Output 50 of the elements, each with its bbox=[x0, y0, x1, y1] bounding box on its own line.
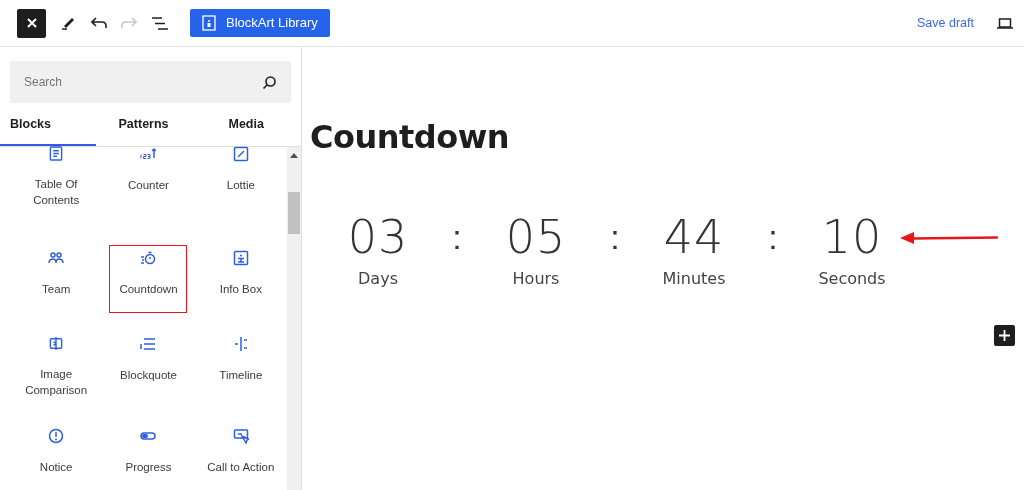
block-item[interactable]: Info Box bbox=[201, 245, 280, 313]
search-field[interactable]: Search bbox=[10, 61, 291, 103]
save-draft-link[interactable]: Save draft bbox=[917, 13, 974, 33]
scroll-up-icon[interactable] bbox=[290, 153, 298, 158]
countdown-unit: Minutes bbox=[662, 268, 726, 290]
exclamation-icon bbox=[48, 428, 65, 444]
search-input[interactable]: Search bbox=[24, 73, 262, 91]
countdown-value: 44 bbox=[663, 211, 725, 263]
square-slash-icon bbox=[232, 146, 249, 162]
page-heading: Countdown bbox=[310, 117, 511, 158]
block-item[interactable]: Countdown bbox=[109, 245, 188, 313]
countdown-value: 03 bbox=[347, 211, 409, 263]
block-item[interactable]: Call to Action bbox=[201, 423, 280, 490]
list-icon bbox=[140, 336, 157, 352]
block-item[interactable]: Timeline bbox=[201, 331, 280, 399]
countdown-value: 10 bbox=[821, 211, 883, 263]
block-item[interactable]: Notice bbox=[17, 423, 96, 490]
scrollbar-thumb[interactable] bbox=[288, 192, 300, 234]
stopwatch-icon bbox=[140, 250, 157, 266]
cursor-click-icon bbox=[232, 428, 249, 444]
separator: : bbox=[767, 217, 779, 258]
close-button[interactable] bbox=[17, 8, 46, 38]
document-icon bbox=[48, 146, 65, 161]
block-item[interactable]: Team bbox=[17, 245, 96, 313]
countdown-unit: Seconds bbox=[818, 268, 886, 290]
separator: : bbox=[609, 217, 621, 258]
compare-icon bbox=[48, 336, 65, 351]
countdown-value: 05 bbox=[505, 211, 567, 263]
close-icon bbox=[25, 17, 38, 29]
library-icon bbox=[202, 15, 216, 31]
block-item[interactable]: Progress bbox=[109, 423, 188, 490]
pencil-icon[interactable] bbox=[61, 16, 75, 30]
block-item[interactable]: Image Comparison bbox=[17, 331, 96, 399]
countdown-unit: Days bbox=[358, 268, 398, 290]
block-item[interactable]: Blockquote bbox=[109, 331, 188, 399]
add-block-button[interactable] bbox=[994, 325, 1015, 346]
undo-icon[interactable] bbox=[91, 17, 107, 29]
info-box-icon bbox=[232, 250, 249, 266]
counter-icon bbox=[140, 146, 157, 162]
library-button[interactable]: BlockArt Library bbox=[190, 9, 330, 37]
tab[interactable]: Blocks bbox=[0, 105, 96, 146]
timeline-icon bbox=[232, 336, 249, 352]
laptop-icon[interactable] bbox=[997, 17, 1013, 29]
people-icon bbox=[48, 250, 65, 266]
countdown-unit: Hours bbox=[512, 268, 560, 290]
list-view-icon[interactable] bbox=[152, 16, 168, 30]
plus-icon bbox=[999, 330, 1010, 341]
separator: : bbox=[451, 217, 463, 258]
search-icon[interactable] bbox=[262, 74, 277, 90]
scrollbar[interactable] bbox=[287, 147, 301, 490]
